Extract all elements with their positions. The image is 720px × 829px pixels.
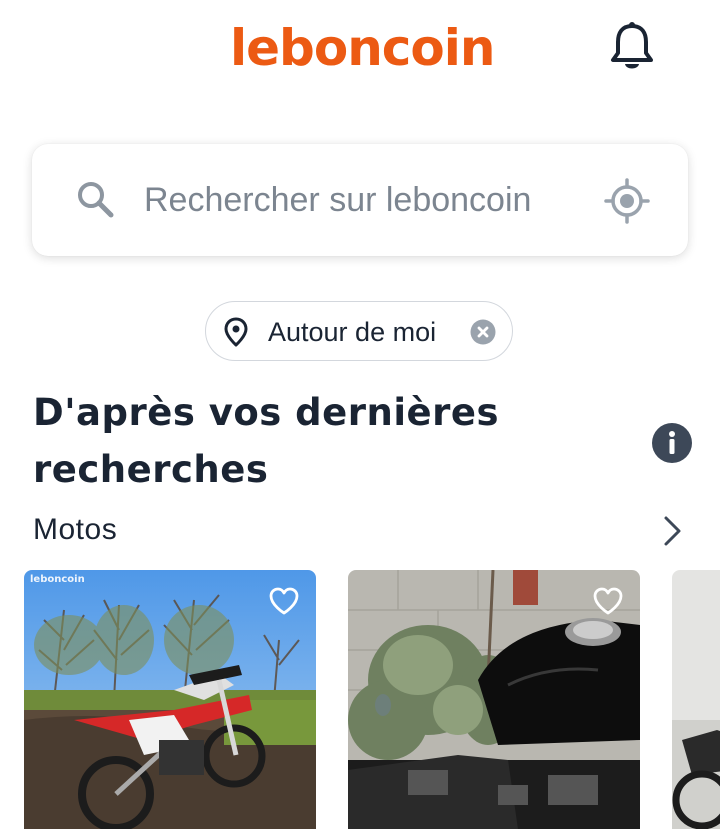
- search-icon: [76, 180, 116, 220]
- search-bar[interactable]: Rechercher sur leboncoin: [32, 144, 688, 256]
- listing-card[interactable]: leboncoin: [24, 570, 316, 829]
- heart-icon[interactable]: [592, 586, 624, 616]
- listing-card[interactable]: [672, 570, 720, 829]
- info-icon[interactable]: [652, 423, 692, 463]
- locate-icon[interactable]: [604, 178, 650, 224]
- heart-icon[interactable]: [268, 586, 300, 616]
- chevron-right-icon[interactable]: [660, 515, 684, 547]
- clear-icon[interactable]: [470, 319, 496, 345]
- search-input[interactable]: Rechercher sur leboncoin: [144, 178, 531, 222]
- location-filter-label: Autour de moi: [268, 317, 437, 347]
- section-title: D'après vos dernières recherches: [33, 391, 499, 491]
- listing-photo: [672, 570, 720, 829]
- listing-watermark: leboncoin: [30, 574, 85, 585]
- subsection-label-motos[interactable]: Motos: [33, 512, 117, 548]
- listing-card[interactable]: [348, 570, 640, 829]
- location-pin-icon: [222, 317, 250, 347]
- leboncoin-logo: leboncoin: [230, 19, 496, 77]
- bell-icon[interactable]: [608, 20, 656, 76]
- location-filter-chip[interactable]: Autour de moi: [205, 301, 513, 361]
